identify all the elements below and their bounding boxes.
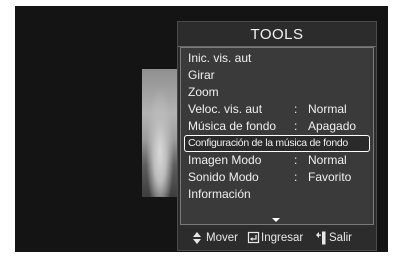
menu-item-value: Apagado [308, 119, 357, 133]
menu-item-musica-de-fondo[interactable]: Música de fondo : Apagado [184, 118, 370, 135]
menu-item-label: Configuración de la música de fondo [188, 137, 348, 149]
footer-move-label: Mover [206, 232, 238, 244]
panel-title: TOOLS [250, 26, 304, 43]
menu-item-sonido-modo[interactable]: Sonido Modo : Favorito [184, 169, 370, 186]
menu-item-zoom[interactable]: Zoom [184, 84, 370, 101]
menu-item-label: Veloc. vis. aut [188, 102, 263, 116]
tools-menu: Inic. vis. aut Girar Zoom Veloc. vis. au… [180, 47, 374, 225]
menu-item-label: Imagen Modo [188, 153, 262, 167]
menu-item-label: Zoom [188, 85, 219, 99]
menu-item-label: Girar [188, 68, 215, 82]
footer-move: Mover [192, 227, 238, 249]
menu-item-inic-vis-aut[interactable]: Inic. vis. aut [184, 50, 370, 67]
menu-item-separator: : [294, 102, 298, 116]
menu-item-label: Información [188, 187, 251, 201]
menu-item-label: Música de fondo [188, 119, 277, 133]
menu-item-imagen-modo[interactable]: Imagen Modo : Normal [184, 152, 370, 169]
photo-thumbnail [142, 69, 178, 197]
footer-enter-label: Ingresar [261, 232, 304, 244]
menu-item-value: Normal [308, 102, 347, 116]
menu-item-separator: : [294, 170, 298, 184]
menu-item-configuracion-musica-selected[interactable]: Configuración de la música de fondo [184, 135, 370, 152]
tools-panel: TOOLS Inic. vis. aut Girar Zoom Veloc. v… [177, 21, 377, 251]
menu-item-separator: : [294, 153, 298, 167]
menu-item-veloc-vis-aut[interactable]: Veloc. vis. aut : Normal [184, 101, 370, 118]
menu-item-girar[interactable]: Girar [184, 67, 370, 84]
panel-footer: Mover Ingresar Salir [178, 227, 376, 249]
footer-exit: Salir [315, 227, 352, 249]
footer-exit-label: Salir [329, 232, 353, 244]
scroll-down-icon[interactable] [272, 218, 280, 222]
menu-item-separator: : [294, 119, 298, 133]
menu-item-informacion[interactable]: Información [184, 186, 370, 203]
return-icon [315, 227, 329, 249]
menu-item-value: Normal [308, 153, 347, 167]
menu-item-value: Favorito [308, 170, 352, 184]
enter-icon [247, 227, 261, 249]
menu-item-label: Inic. vis. aut [188, 51, 252, 65]
menu-item-label: Sonido Modo [188, 170, 259, 184]
up-down-arrow-icon [192, 227, 206, 249]
footer-enter: Ingresar [247, 227, 303, 249]
